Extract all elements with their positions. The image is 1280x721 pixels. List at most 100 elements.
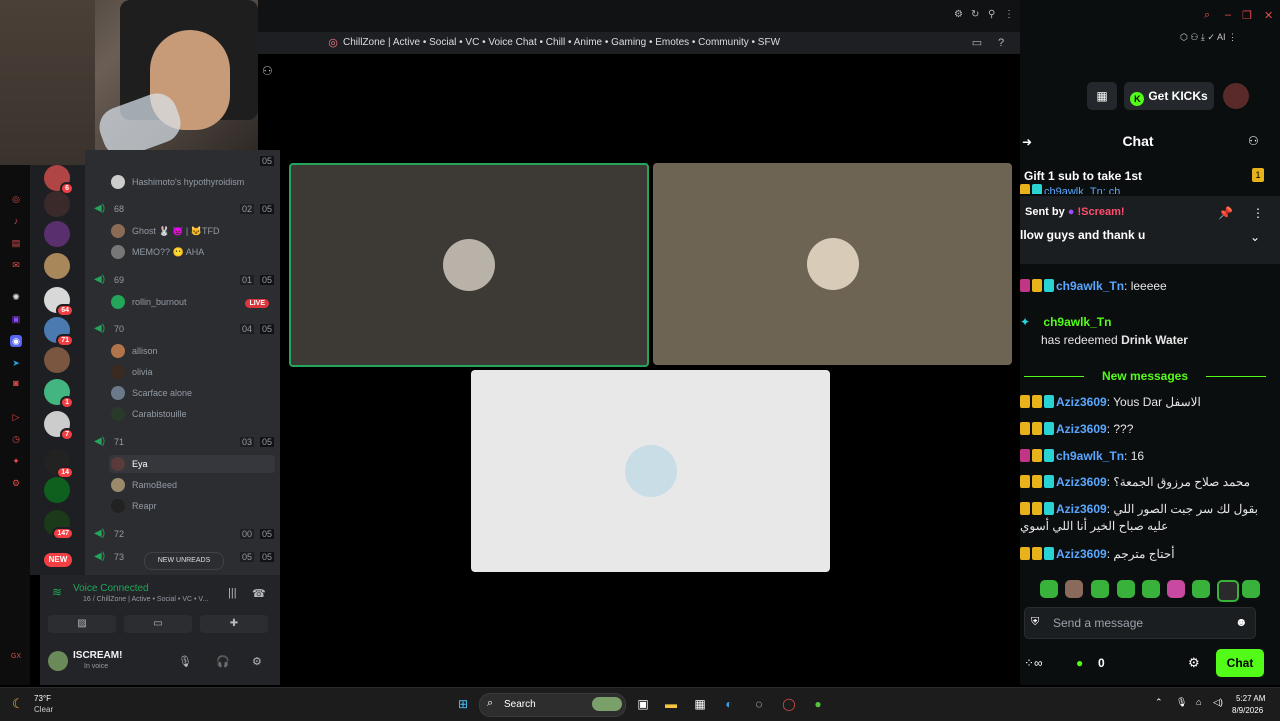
shield-icon[interactable]: ⛨ xyxy=(1031,616,1039,629)
voice-user-hovered[interactable]: Eya xyxy=(109,455,275,473)
voice-user[interactable]: Reapr xyxy=(109,497,275,515)
app-icon[interactable]: ◌ xyxy=(750,695,768,713)
more-icon[interactable]: ⋮ xyxy=(1004,9,1014,20)
emote[interactable] xyxy=(1142,580,1160,598)
disconnect-icon[interactable]: ☎ xyxy=(252,587,266,600)
menu-icon[interactable]: ⋮ xyxy=(1252,206,1264,220)
history-icon[interactable]: ◷ xyxy=(10,433,22,445)
edge-icon[interactable]: ◐ xyxy=(720,695,738,713)
weather-icon[interactable]: ☾ xyxy=(12,696,24,712)
emote[interactable] xyxy=(1091,580,1109,598)
opera-gx-icon[interactable]: ◯ xyxy=(780,695,798,713)
get-kicks-button[interactable]: K Get KICKs xyxy=(1124,82,1214,110)
voice-user[interactable]: olivia xyxy=(109,363,275,381)
voice-channel[interactable]: ◀) 68 02 05 xyxy=(90,201,276,217)
clock-time[interactable]: 5:27 AM xyxy=(1236,694,1265,703)
chat-message[interactable]: Aziz3609: محمد صلاح مرزوق الجمعة؟ xyxy=(1020,475,1276,489)
server-icon[interactable]: 14 xyxy=(44,449,74,479)
chevron-down-icon[interactable]: ⌄ xyxy=(1250,230,1260,244)
inbox-icon[interactable]: ▭ xyxy=(970,36,984,50)
telegram-icon[interactable]: ➤ xyxy=(10,357,22,369)
pin-icon[interactable]: 📌 xyxy=(1218,206,1233,220)
tray-chevron-icon[interactable]: ⌃ xyxy=(1155,697,1163,708)
user-settings-icon[interactable]: ⚙ xyxy=(252,655,262,668)
weather-temp[interactable]: 73°F xyxy=(34,694,51,703)
voice-channel[interactable]: ◀) 71 03 05 xyxy=(90,434,276,450)
pin-icon[interactable]: ⚲ xyxy=(988,9,995,20)
server-icon[interactable]: 6 xyxy=(44,165,74,195)
server-icon[interactable]: 7 xyxy=(44,411,74,441)
chat-message[interactable]: Aziz3609: Yous Dar الاسفل xyxy=(1020,395,1276,409)
emote[interactable] xyxy=(1040,580,1058,598)
add-friend-icon[interactable]: ⚇ xyxy=(262,64,273,78)
refresh-icon[interactable]: ↻ xyxy=(971,9,979,20)
settings-rail-icon[interactable]: ⚙ xyxy=(10,477,22,489)
activities-button[interactable]: ✚ xyxy=(200,615,268,633)
clock-date[interactable]: 8/9/2026 xyxy=(1232,706,1263,715)
voice-channel[interactable]: ◀) 69 01 05 xyxy=(90,272,276,288)
kick-server-icon[interactable] xyxy=(44,477,70,503)
restore-icon[interactable]: ❐ xyxy=(1242,9,1252,22)
chat-username[interactable]: ch9awlk_Tn xyxy=(1056,279,1124,293)
screenshare-button[interactable]: ▭ xyxy=(124,615,192,633)
chatgpt-icon[interactable]: ✺ xyxy=(10,291,22,303)
server-icon[interactable]: 71 xyxy=(44,317,74,347)
music-icon[interactable]: ♪ xyxy=(10,215,22,227)
chat-message[interactable]: Aziz3609: أحتاج مترجم xyxy=(1020,547,1276,561)
close-icon[interactable]: ✕ xyxy=(1264,9,1273,22)
server-icon[interactable] xyxy=(44,347,70,373)
new-pill[interactable]: NEW xyxy=(44,553,72,567)
points-icon[interactable]: ⁘∞ xyxy=(1024,656,1043,670)
chat-username[interactable]: Aziz3609 xyxy=(1056,395,1107,409)
pinned-message[interactable]: Sent by ● !Scream! 📌 ⋮ llow guys and tha… xyxy=(1020,196,1280,264)
server-icon[interactable]: 1 xyxy=(44,379,74,409)
voice-user[interactable]: Carabistouille xyxy=(109,405,275,423)
search-icon[interactable]: ⌕ xyxy=(1204,9,1210,22)
avatar[interactable] xyxy=(48,651,68,671)
gift-banner[interactable]: Gift 1 sub to take 1st xyxy=(1024,169,1142,183)
store-icon[interactable]: ▦ xyxy=(691,695,709,713)
profile-avatar[interactable] xyxy=(1223,83,1249,109)
voice-channel-name[interactable]: 16 / ChillZone | Active • Social • VC • … xyxy=(83,596,208,603)
emote[interactable] xyxy=(1117,580,1135,598)
send-message-input[interactable]: ⛨ Send a message ☻ xyxy=(1024,607,1256,639)
camera-button[interactable]: ▨ xyxy=(48,615,116,633)
voice-user[interactable]: allison xyxy=(109,342,275,360)
discord-icon[interactable]: ◉ xyxy=(10,335,22,347)
server-icon[interactable]: 64 xyxy=(44,287,74,317)
extensions-bar[interactable]: ⬡ ⚇ ⤓ ✓ AI ⋮ xyxy=(1180,32,1237,43)
chat-username[interactable]: Aziz3609 xyxy=(1056,422,1107,436)
emote[interactable] xyxy=(1217,580,1239,602)
extensions-icon[interactable]: ✦ xyxy=(10,455,22,467)
help-icon[interactable]: ? xyxy=(994,36,1008,50)
wallet-icon[interactable]: ▤ xyxy=(10,237,22,249)
chat-message[interactable]: Aziz3609: بقول لك سر جبت الصور اللي xyxy=(1020,502,1276,516)
instagram-icon[interactable]: ◙ xyxy=(10,377,22,389)
users-icon[interactable]: ⚇ xyxy=(1248,134,1259,148)
headphones-icon[interactable]: 🎧 xyxy=(216,655,230,668)
settings-icon[interactable]: ⚙ xyxy=(954,9,963,20)
store-button[interactable]: ▦ xyxy=(1087,82,1117,110)
voice-channel[interactable]: ◀) 70 04 05 xyxy=(90,321,276,337)
chat-username[interactable]: Aziz3609 xyxy=(1056,475,1107,489)
chat-settings-icon[interactable]: ⚙ xyxy=(1188,655,1200,671)
chat-username[interactable]: Aziz3609 xyxy=(1056,502,1107,516)
new-unreads-button[interactable]: NEW UNREADS xyxy=(144,552,224,570)
voice-user[interactable]: Hashimoto's hypothyroidism xyxy=(109,173,275,191)
video-tile[interactable] xyxy=(653,163,1012,365)
task-view-icon[interactable]: ▣ xyxy=(634,695,652,713)
voice-user[interactable]: rollin_burnout LIVE xyxy=(109,293,275,311)
voice-user[interactable]: Ghost 🐰 😈 | 🐱TFD xyxy=(109,222,275,240)
chat-username[interactable]: ch9awlk_Tn xyxy=(1056,449,1124,463)
noise-suppression-icon[interactable]: ||| xyxy=(228,587,237,599)
voice-user[interactable]: Scarface alone xyxy=(109,384,275,402)
chat-message[interactable]: ch9awlk_Tn: leeeee xyxy=(1020,279,1276,293)
kick-app-icon[interactable]: ● xyxy=(809,695,827,713)
video-tile[interactable] xyxy=(471,370,830,572)
opera-icon[interactable]: ◎ xyxy=(10,193,22,205)
server-icon[interactable] xyxy=(44,191,70,217)
server-icon[interactable] xyxy=(44,221,70,247)
network-icon[interactable]: ⌂ xyxy=(1196,697,1201,707)
voice-user[interactable]: RamoBeed xyxy=(109,476,275,494)
emote[interactable] xyxy=(1192,580,1210,598)
